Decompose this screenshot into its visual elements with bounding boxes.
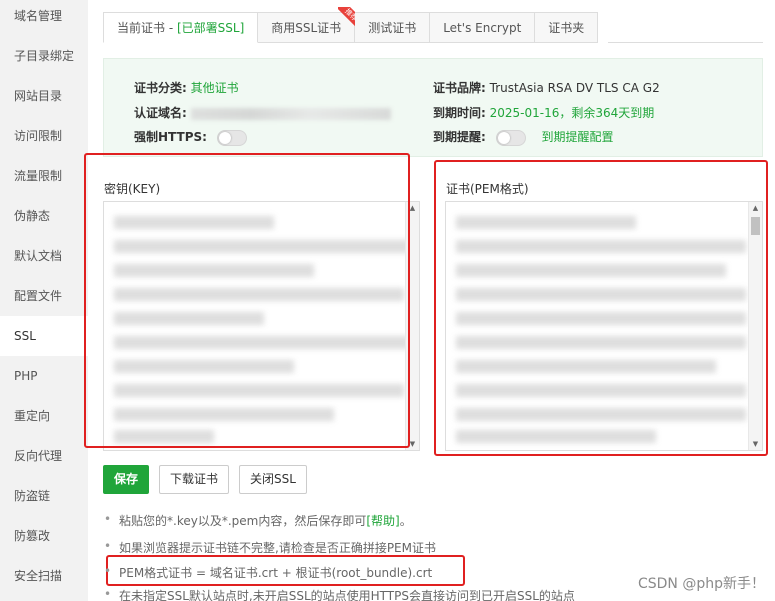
close-ssl-button[interactable]: 关闭SSL bbox=[239, 465, 307, 494]
sidebar-item-access-limit[interactable]: 访问限制 bbox=[0, 116, 88, 156]
key-textarea[interactable]: ▲ ▼ bbox=[103, 201, 420, 451]
tip-text: 在未指定SSL默认站点时,未开启SSL的站点使用HTTPS会直接访问到已开启SS… bbox=[119, 589, 575, 601]
scroll-down-icon[interactable]: ▼ bbox=[749, 438, 762, 450]
cert-brand-row: 证书品牌: TrustAsia RSA DV TLS CA G2 bbox=[433, 79, 660, 96]
expiry-reminder-config-link[interactable]: 到期提醒配置 bbox=[541, 130, 613, 144]
scroll-down-icon[interactable]: ▼ bbox=[406, 438, 419, 450]
sidebar-item-config[interactable]: 配置文件 bbox=[0, 276, 88, 316]
cert-domain-redacted bbox=[190, 107, 391, 120]
key-field-label: 密钥(KEY) bbox=[104, 182, 161, 196]
tab-current-status: [已部署SSL] bbox=[176, 21, 245, 35]
save-button[interactable]: 保存 bbox=[103, 465, 150, 494]
sidebar-item-default-doc[interactable]: 默认文档 bbox=[0, 236, 88, 276]
tab-divider bbox=[608, 42, 763, 43]
sidebar-item-tamper[interactable]: 防篡改 bbox=[0, 516, 88, 556]
csdn-watermark: CSDN @php新手！ bbox=[637, 576, 765, 592]
sidebar: 域名管理 子目录绑定 网站目录 访问限制 流量限制 伪静态 默认文档 配置文件 … bbox=[0, 0, 88, 601]
tip-item: PEM格式证书 = 域名证书.crt + 根证书(root_bundle).cr… bbox=[104, 564, 432, 581]
force-https-toggle[interactable] bbox=[216, 129, 247, 146]
tip-end: 。 bbox=[399, 514, 412, 528]
cert-info-panel: 证书分类: 其他证书 认证域名: 强制HTTPS: 证书品牌: TrustAsi… bbox=[103, 58, 763, 157]
cert-domain-label: 认证域名: bbox=[134, 106, 187, 120]
scroll-up-icon[interactable]: ▲ bbox=[749, 202, 762, 214]
sidebar-item-site-dir[interactable]: 网站目录 bbox=[0, 76, 88, 116]
sidebar-item-php[interactable]: PHP bbox=[0, 356, 88, 396]
pem-scrollbar[interactable]: ▲ ▼ bbox=[748, 202, 762, 450]
download-cert-button[interactable]: 下载证书 bbox=[159, 465, 230, 494]
cert-category-value: 其他证书 bbox=[190, 81, 239, 95]
force-https-label: 强制HTTPS: bbox=[134, 130, 207, 144]
tab-commercial-label: 商用SSL证书 bbox=[271, 21, 342, 35]
tab-current-cert[interactable]: 当前证书 - [已部署SSL] bbox=[103, 12, 259, 43]
sidebar-item-rewrite[interactable]: 伪静态 bbox=[0, 196, 88, 236]
tab-current-label: 当前证书 - bbox=[117, 21, 177, 35]
cert-expiry-value: 2025-01-16，剩余364天到期 bbox=[489, 106, 655, 120]
pem-field-label: 证书(PEM格式) bbox=[446, 182, 529, 196]
sidebar-item-ssl[interactable]: SSL bbox=[0, 316, 88, 356]
cert-expiry-row: 到期时间: 2025-01-16，剩余364天到期 bbox=[433, 104, 654, 121]
scroll-up-icon[interactable]: ▲ bbox=[406, 202, 419, 214]
cert-brand-value: TrustAsia RSA DV TLS CA G2 bbox=[489, 81, 660, 95]
cert-expiry-label: 到期时间: bbox=[433, 106, 486, 120]
expiry-reminder-row: 到期提醒: 到期提醒配置 bbox=[433, 128, 613, 146]
tab-letsencrypt[interactable]: Let's Encrypt bbox=[430, 12, 536, 43]
tip-text: 粘贴您的*.key以及*.pem内容，然后保存即可 bbox=[119, 514, 367, 528]
tab-commercial-ssl[interactable]: 商用SSL证书 推荐 bbox=[258, 7, 361, 43]
ssl-tabs: 当前证书 - [已部署SSL] 商用SSL证书 推荐 测试证书 Let's En… bbox=[103, 7, 599, 43]
tip-text: 如果浏览器提示证书链不完整,请检查是否正确拼接PEM证书 bbox=[119, 541, 436, 555]
cert-domain-row: 认证域名: bbox=[134, 104, 391, 121]
sidebar-item-subdir[interactable]: 子目录绑定 bbox=[0, 36, 88, 76]
sidebar-item-reverse-proxy[interactable]: 反向代理 bbox=[0, 436, 88, 476]
scroll-thumb[interactable] bbox=[751, 217, 760, 235]
expiry-reminder-toggle[interactable] bbox=[495, 129, 526, 146]
tab-test-cert[interactable]: 测试证书 bbox=[355, 12, 431, 43]
sidebar-item-redirect[interactable]: 重定向 bbox=[0, 396, 88, 436]
force-https-row: 强制HTTPS: bbox=[134, 128, 247, 146]
sidebar-item-traffic-limit[interactable]: 流量限制 bbox=[0, 156, 88, 196]
tip-text: PEM格式证书 = 域名证书.crt + 根证书(root_bundle).cr… bbox=[119, 566, 433, 580]
help-link[interactable]: [帮助] bbox=[366, 514, 399, 528]
tip-item: 如果浏览器提示证书链不完整,请检查是否正确拼接PEM证书 bbox=[104, 539, 436, 556]
cert-category-row: 证书分类: 其他证书 bbox=[134, 79, 239, 96]
tab-cert-folder[interactable]: 证书夹 bbox=[535, 12, 599, 43]
sidebar-item-domain[interactable]: 域名管理 bbox=[0, 0, 88, 36]
tip-item: 在未指定SSL默认站点时,未开启SSL的站点使用HTTPS会直接访问到已开启SS… bbox=[104, 587, 575, 601]
cert-brand-label: 证书品牌: bbox=[433, 81, 486, 95]
expiry-reminder-label: 到期提醒: bbox=[433, 130, 486, 144]
key-scrollbar[interactable]: ▲ ▼ bbox=[405, 202, 419, 450]
sidebar-item-hotlink[interactable]: 防盗链 bbox=[0, 476, 88, 516]
tip-item: 粘贴您的*.key以及*.pem内容，然后保存即可[帮助]。 bbox=[104, 512, 412, 529]
sidebar-item-security-scan[interactable]: 安全扫描 bbox=[0, 556, 88, 596]
cert-category-label: 证书分类: bbox=[134, 81, 187, 95]
pem-textarea[interactable]: ▲ ▼ bbox=[445, 201, 763, 451]
